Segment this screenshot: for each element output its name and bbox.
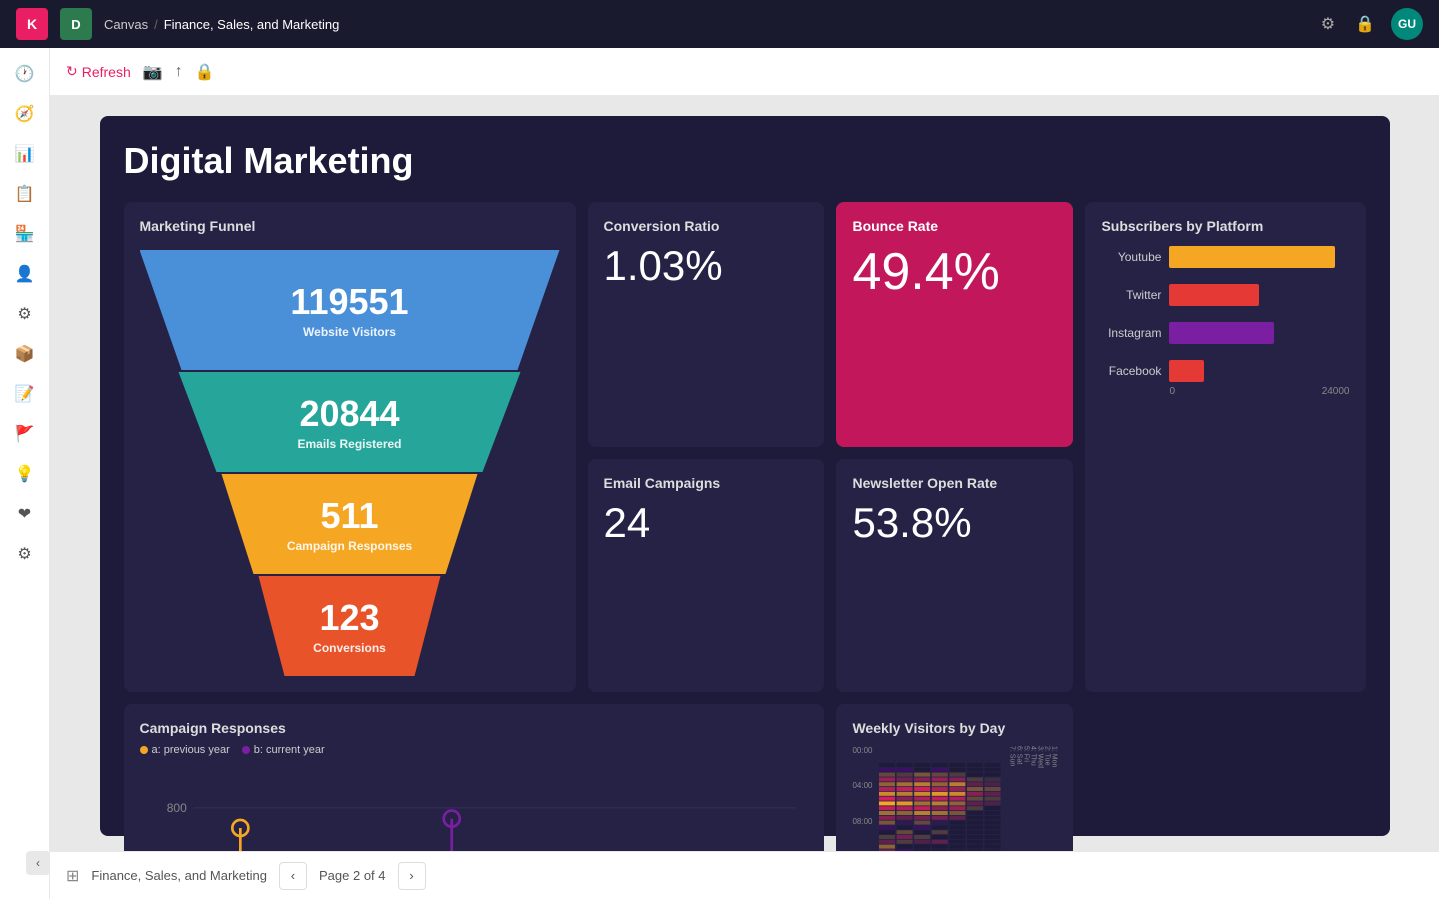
- lock-icon[interactable]: 🔒: [1351, 10, 1379, 38]
- bounce-rate-value: 49.4%: [852, 242, 1057, 302]
- sidebar-item-gear[interactable]: ⚙: [7, 536, 43, 572]
- heatmap-svg: [879, 744, 1007, 851]
- refresh-icon: ↻: [66, 63, 78, 80]
- settings-icon[interactable]: ⚙: [1317, 10, 1339, 38]
- sidebar-item-list[interactable]: 📝: [7, 376, 43, 412]
- campaign-responses-card: Campaign Responses a: previous year b: c…: [124, 704, 825, 851]
- bar-row-youtube: Youtube: [1101, 246, 1349, 268]
- user-avatar[interactable]: GU: [1391, 8, 1423, 40]
- bar-row-facebook: Facebook: [1101, 360, 1349, 382]
- funnel-title: Marketing Funnel: [140, 218, 560, 234]
- sidebar-item-store[interactable]: 🏪: [7, 216, 43, 252]
- collapse-sidebar-button[interactable]: ‹: [26, 851, 50, 875]
- email-campaigns-title: Email Campaigns: [604, 475, 809, 491]
- breadcrumb: Canvas / Finance, Sales, and Marketing: [104, 17, 339, 32]
- bottom-bar-title: Finance, Sales, and Marketing: [91, 868, 267, 883]
- legend-prev: a: previous year: [140, 744, 230, 756]
- conversion-ratio-value: 1.03%: [604, 242, 809, 290]
- newsletter-open-rate-card: Newsletter Open Rate 53.8%: [836, 459, 1073, 692]
- legend-dot-prev: [140, 746, 148, 754]
- bar-instagram: [1169, 322, 1273, 344]
- canvas-area: Digital Marketing Marketing Funnel 11955…: [50, 96, 1439, 851]
- bounce-rate-title: Bounce Rate: [852, 218, 1057, 234]
- email-campaigns-value: 24: [604, 499, 809, 547]
- funnel-level-2: 20844 Emails Registered: [160, 372, 540, 472]
- app-logo[interactable]: K: [16, 8, 48, 40]
- sidebar-item-chart[interactable]: 📊: [7, 136, 43, 172]
- funnel-container: 119551 Website Visitors 20844 Emails Reg…: [140, 250, 560, 676]
- sidebar: 🕐 🧭 📊 📋 🏪 👤 ⚙ 📦 📝 🚩 💡 ❤ ⚙: [0, 48, 50, 899]
- dashboard: Digital Marketing Marketing Funnel 11955…: [100, 116, 1390, 836]
- weekly-visitors-card: Weekly Visitors by Day 00:00 04:00 08:00…: [836, 704, 1073, 851]
- sidebar-item-compass[interactable]: 🧭: [7, 96, 43, 132]
- toolbar: ↻ Refresh 📷 ↑ 🔒: [50, 48, 1439, 96]
- legend-curr: b: current year: [242, 744, 325, 756]
- sidebar-item-heart[interactable]: ❤: [7, 496, 43, 532]
- sidebar-item-clock[interactable]: 🕐: [7, 56, 43, 92]
- conversion-ratio-title: Conversion Ratio: [604, 218, 809, 234]
- legend-dot-curr: [242, 746, 250, 754]
- lock2-icon[interactable]: 🔒: [195, 62, 215, 82]
- workspace-icon: D: [60, 8, 92, 40]
- subscribers-card: Subscribers by Platform Youtube Twitter: [1085, 202, 1365, 692]
- marketing-funnel-card: Marketing Funnel 119551 Website Visitors…: [124, 202, 576, 692]
- sidebar-item-person[interactable]: 👤: [7, 256, 43, 292]
- subscribers-title: Subscribers by Platform: [1101, 218, 1349, 234]
- newsletter-value: 53.8%: [852, 499, 1057, 547]
- bar-row-instagram: Instagram: [1101, 322, 1349, 344]
- funnel-level-4: 123 Conversions: [220, 576, 480, 676]
- svg-text:800: 800: [166, 801, 186, 815]
- sidebar-item-bulb[interactable]: 💡: [7, 456, 43, 492]
- email-campaigns-card: Email Campaigns 24: [588, 459, 825, 692]
- bar-facebook: [1169, 360, 1203, 382]
- top-nav: K D Canvas / Finance, Sales, and Marketi…: [0, 0, 1439, 48]
- export-icon[interactable]: ↑: [175, 63, 183, 81]
- sidebar-item-flag[interactable]: 🚩: [7, 416, 43, 452]
- bar-axis: 0 24000: [1169, 386, 1349, 397]
- grid-icon: ⊞: [66, 866, 79, 886]
- lollipop-chart-svg: 800 600 400 200 0: [140, 768, 809, 851]
- newsletter-title: Newsletter Open Rate: [852, 475, 1057, 491]
- bar-youtube: [1169, 246, 1335, 268]
- page-info: Page 2 of 4: [319, 868, 386, 883]
- refresh-button[interactable]: ↻ Refresh: [66, 63, 131, 80]
- bar-row-twitter: Twitter: [1101, 284, 1349, 306]
- funnel-level-1: 119551 Website Visitors: [140, 250, 560, 370]
- sidebar-item-table[interactable]: 📋: [7, 176, 43, 212]
- bar-chart: Youtube Twitter: [1101, 246, 1349, 382]
- bounce-rate-card: Bounce Rate 49.4%: [836, 202, 1073, 447]
- prev-page-button[interactable]: ‹: [279, 862, 307, 890]
- conversion-ratio-card: Conversion Ratio 1.03%: [588, 202, 825, 447]
- next-page-button[interactable]: ›: [398, 862, 426, 890]
- dashboard-title: Digital Marketing: [124, 140, 1366, 182]
- campaign-title: Campaign Responses: [140, 720, 809, 736]
- weekly-title: Weekly Visitors by Day: [852, 720, 1057, 736]
- sidebar-item-stack[interactable]: 📦: [7, 336, 43, 372]
- sidebar-item-cog[interactable]: ⚙: [7, 296, 43, 332]
- bar-twitter: [1169, 284, 1259, 306]
- legend: a: previous year b: current year: [140, 744, 809, 756]
- bottom-bar: ⊞ Finance, Sales, and Marketing ‹ Page 2…: [50, 851, 1439, 899]
- funnel-level-3: 511 Campaign Responses: [190, 474, 510, 574]
- screenshot-icon[interactable]: 📷: [143, 62, 163, 82]
